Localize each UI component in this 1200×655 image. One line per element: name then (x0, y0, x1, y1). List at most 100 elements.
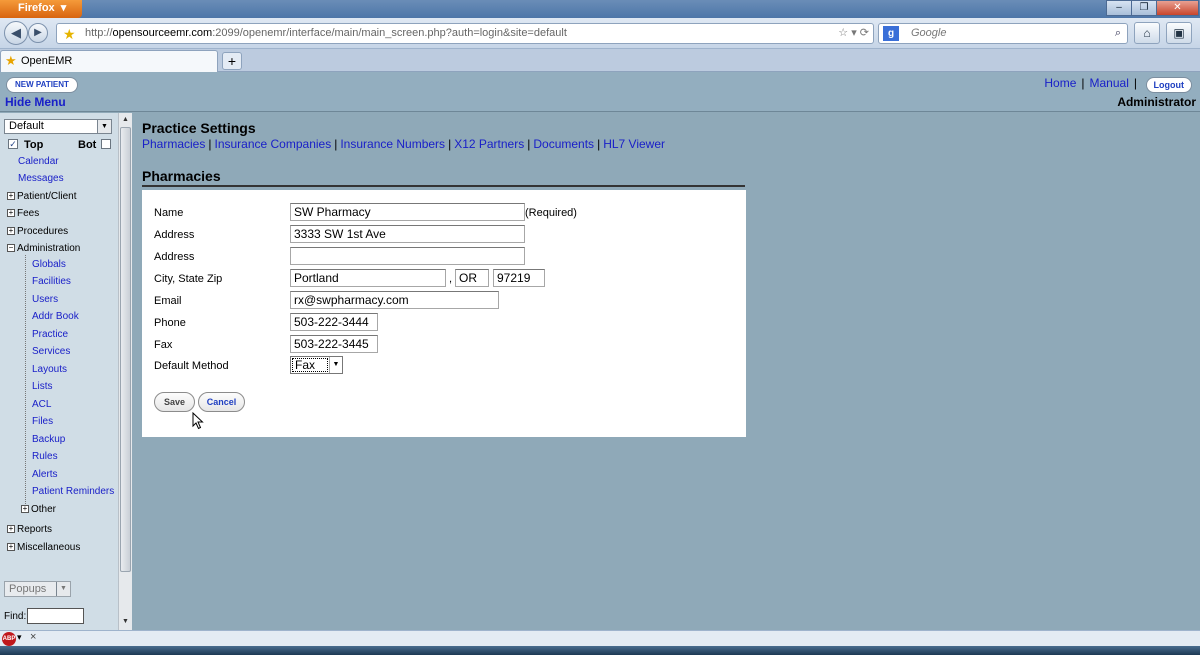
close-icon[interactable]: × (30, 631, 36, 643)
addon-button[interactable]: ▣ (1166, 22, 1192, 44)
new-tab-button[interactable]: + (222, 52, 242, 70)
reload-icon[interactable]: ⟳ (860, 27, 869, 39)
nav-procedures[interactable]: + Procedures (7, 226, 68, 237)
phone-label: Phone (154, 317, 186, 329)
nav-reports[interactable]: + Reports (7, 524, 52, 535)
google-icon[interactable]: g (883, 26, 899, 41)
nav-administration-label: Administration (17, 243, 81, 254)
bot-checkbox[interactable] (101, 139, 111, 149)
address-label: Address (154, 229, 195, 241)
nav-calendar[interactable]: Calendar (18, 156, 59, 167)
expand-icon[interactable]: + (7, 192, 15, 200)
nav-files[interactable]: Files (32, 416, 53, 427)
forward-button[interactable]: ▶ (28, 23, 48, 43)
link-pharmacies[interactable]: Pharmacies (142, 137, 205, 151)
top-checkbox[interactable]: ✓ (8, 139, 18, 149)
nav-alerts[interactable]: Alerts (32, 469, 58, 480)
scroll-down-icon[interactable]: ▼ (120, 616, 131, 628)
bookmark-outline-icon[interactable]: ☆ (838, 27, 848, 39)
default-method-value: Fax (292, 358, 328, 372)
adblock-icon[interactable]: ABP (2, 632, 16, 646)
scroll-up-icon[interactable]: ▲ (120, 114, 131, 126)
address2-label: Address (154, 251, 195, 263)
manual-link[interactable]: Manual (1090, 76, 1129, 90)
home-link[interactable]: Home (1044, 76, 1076, 90)
tab-openemr[interactable]: ★ OpenEMR (0, 50, 218, 72)
nav-patient-client[interactable]: + Patient/Client (7, 191, 76, 202)
expand-icon[interactable]: + (7, 209, 15, 217)
nav-backup[interactable]: Backup (32, 434, 65, 445)
link-hl7-viewer[interactable]: HL7 Viewer (603, 137, 665, 151)
nav-layouts[interactable]: Layouts (32, 364, 67, 375)
chevron-down-icon: ▼ (56, 582, 70, 596)
cancel-button[interactable]: Cancel (198, 392, 245, 412)
tree-line (25, 255, 26, 512)
link-separator: | (597, 137, 601, 151)
nav-patient-reminders[interactable]: Patient Reminders (32, 486, 114, 497)
tab-bar: ★ OpenEMR + (0, 49, 1200, 72)
nav-other[interactable]: + Other (21, 504, 56, 515)
search-bar[interactable]: g Google ⌕ (878, 23, 1128, 44)
default-method-select[interactable]: Fax ▼ (290, 356, 343, 374)
layout-select[interactable]: Default ▼ (4, 119, 112, 134)
nav-fees[interactable]: + Fees (7, 208, 39, 219)
nav-messages[interactable]: Messages (18, 173, 64, 184)
maximize-button[interactable]: ❐ (1131, 0, 1157, 16)
zip-input[interactable]: 97219 (493, 269, 545, 287)
nav-lists[interactable]: Lists (32, 381, 53, 392)
nav-scrollbar[interactable]: ▲ ▼ (118, 113, 132, 630)
page-title: Practice Settings (142, 120, 256, 136)
phone-input[interactable]: 503-222-3444 (290, 313, 378, 331)
home-button[interactable]: ⌂ (1134, 22, 1160, 44)
navigation-toolbar: ◀ ▶ ★ http://opensourceemr.com:2099/open… (0, 18, 1200, 49)
nav-rules[interactable]: Rules (32, 451, 58, 462)
address-line1-input[interactable]: 3333 SW 1st Ave (290, 225, 525, 243)
dropdown-icon[interactable]: ▾ (851, 27, 857, 39)
url-bar[interactable]: ★ http://opensourceemr.com:2099/openemr/… (56, 23, 874, 44)
hide-menu-link[interactable]: Hide Menu (5, 95, 66, 109)
user-name: Administrator (1117, 95, 1196, 109)
link-documents[interactable]: Documents (533, 137, 594, 151)
search-icon[interactable]: ⌕ (1115, 24, 1121, 43)
window-titlebar: Firefox ▾ – ❐ ✕ (0, 0, 1200, 18)
nav-other-label: Other (31, 504, 57, 515)
nav-practice[interactable]: Practice (32, 329, 68, 340)
name-input[interactable]: SW Pharmacy (290, 203, 525, 221)
link-insurance-companies[interactable]: Insurance Companies (214, 137, 331, 151)
popups-select[interactable]: Popups ▼ (4, 581, 71, 597)
expand-icon[interactable]: + (21, 505, 29, 513)
save-button[interactable]: Save (154, 392, 195, 412)
nav-acl[interactable]: ACL (32, 399, 51, 410)
logout-button[interactable]: Logout (1145, 77, 1192, 93)
nav-users[interactable]: Users (32, 294, 58, 305)
firefox-menu-button[interactable]: Firefox ▾ (0, 0, 82, 18)
collapse-icon[interactable]: − (7, 244, 15, 252)
nav-administration[interactable]: − Administration (7, 243, 80, 254)
nav-addr-book[interactable]: Addr Book (32, 311, 79, 322)
city-input[interactable]: Portland (290, 269, 446, 287)
nav-miscellaneous[interactable]: + Miscellaneous (7, 542, 80, 553)
chevron-down-icon: ▾ (57, 2, 67, 14)
expand-icon[interactable]: + (7, 543, 15, 551)
minimize-button[interactable]: – (1106, 0, 1132, 16)
link-separator: | (1081, 76, 1085, 90)
email-input[interactable]: rx@swpharmacy.com (290, 291, 499, 309)
nav-facilities[interactable]: Facilities (32, 276, 71, 287)
state-input[interactable]: OR (455, 269, 489, 287)
address-line2-input[interactable] (290, 247, 525, 265)
nav-globals[interactable]: Globals (32, 259, 66, 270)
fax-input[interactable]: 503-222-3445 (290, 335, 378, 353)
find-input[interactable] (27, 608, 84, 624)
chevron-down-icon[interactable]: ▾ (17, 632, 22, 643)
nav-services[interactable]: Services (32, 346, 70, 357)
back-button[interactable]: ◀ (4, 21, 28, 45)
link-separator: | (208, 137, 212, 151)
close-window-button[interactable]: ✕ (1156, 0, 1199, 16)
expand-icon[interactable]: + (7, 525, 15, 533)
new-patient-button[interactable]: NEW PATIENT (6, 77, 78, 93)
link-x12-partners[interactable]: X12 Partners (454, 137, 524, 151)
bookmark-star-icon[interactable]: ★ (63, 25, 76, 44)
scroll-thumb[interactable] (120, 127, 131, 572)
expand-icon[interactable]: + (7, 227, 15, 235)
link-insurance-numbers[interactable]: Insurance Numbers (340, 137, 445, 151)
